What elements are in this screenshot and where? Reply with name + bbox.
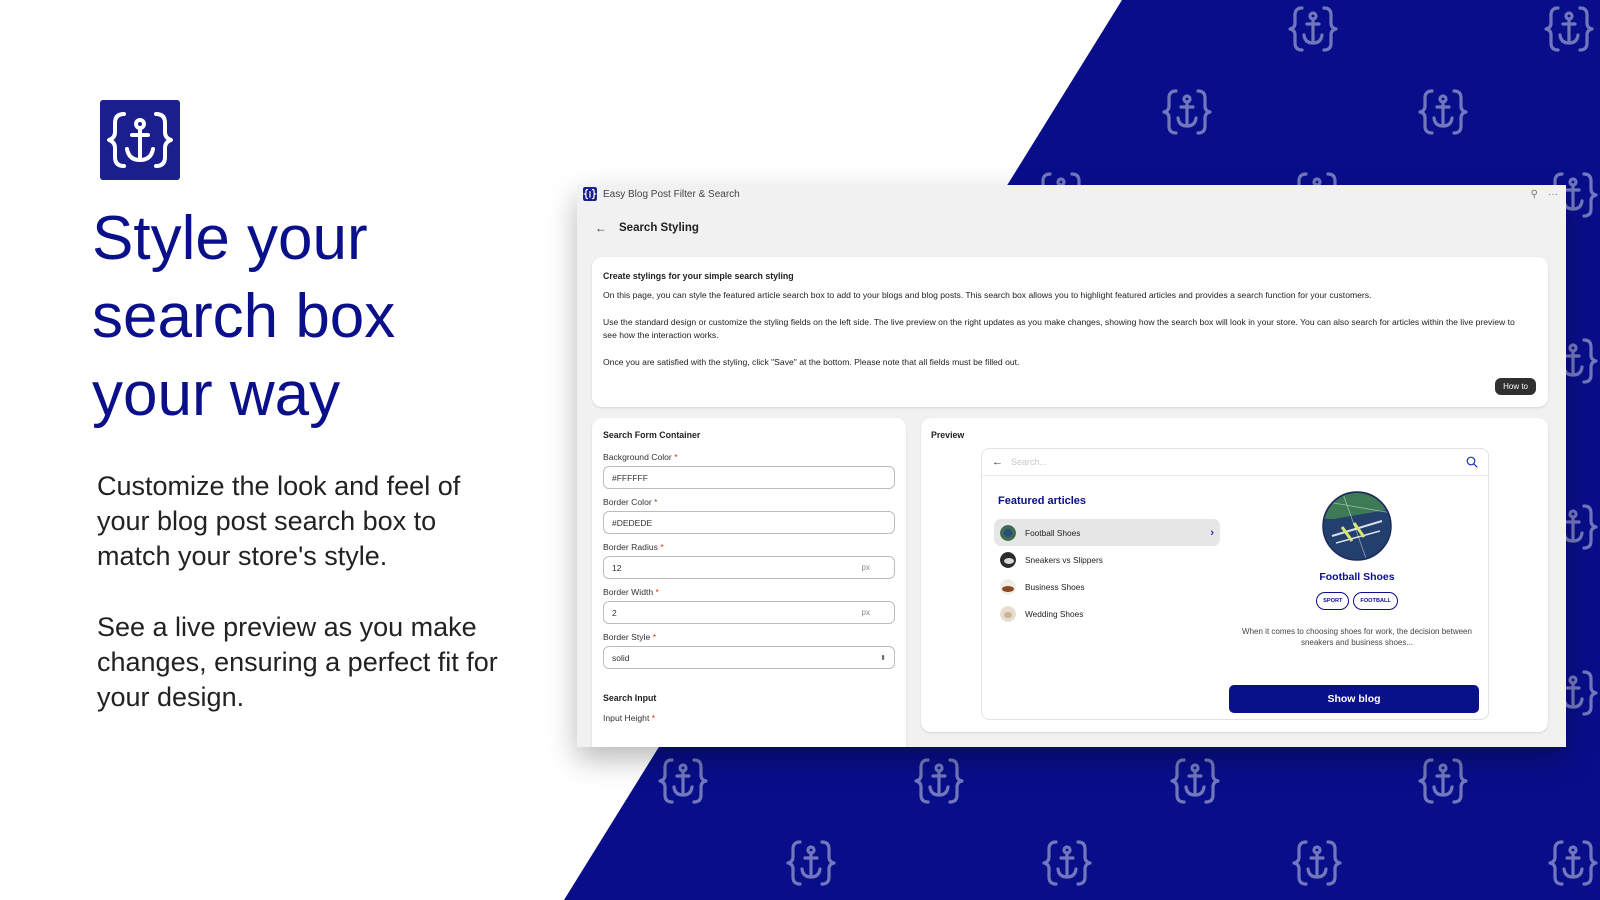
pattern-anchor-icon [1418, 89, 1468, 135]
required-mark: * [660, 542, 664, 552]
border-color-value: #DEDEDE [612, 517, 653, 528]
pattern-anchor-icon [786, 840, 836, 886]
required-mark: * [652, 632, 657, 642]
detail-title: Football Shoes [1319, 571, 1395, 583]
required-mark: * [651, 713, 656, 723]
required-mark: * [654, 497, 658, 507]
border-style-value: solid [612, 652, 630, 663]
how-to-button[interactable]: How to [1495, 378, 1536, 395]
article-detail: Football Shoes SPORT FOOTBALL When it co… [1232, 491, 1482, 648]
article-label: Business Shoes [1025, 581, 1085, 592]
border-style-field: Border Style * solid ⬍ [603, 632, 895, 669]
tag-sport[interactable]: SPORT [1316, 592, 1350, 610]
football-shoes-thumbnail [1000, 524, 1016, 541]
headline: Style your search box your way [92, 204, 396, 429]
article-label: Wedding Shoes [1025, 608, 1084, 619]
preview-search-bar[interactable]: ← Search... [982, 449, 1488, 476]
pattern-anchor-icon [658, 758, 708, 804]
form-section-heading: Search Form Container [603, 430, 701, 440]
search-input-section-heading: Search Input [603, 693, 657, 703]
pattern-anchor-icon [1170, 758, 1220, 804]
px-suffix: px [861, 563, 870, 572]
page-header: ← Search Styling [595, 221, 699, 235]
promo-paragraph-preview: See a live preview as you make changes, … [97, 612, 498, 712]
app-titlebar: Easy Blog Post Filter & Search ⚲ ··· [577, 185, 1566, 203]
show-blog-button[interactable]: Show blog [1229, 685, 1479, 713]
pattern-anchor-icon [914, 758, 964, 804]
preview-search-box: ← Search... Featured articles Football S… [981, 448, 1489, 720]
business-shoes-thumbnail [1000, 578, 1016, 595]
preview-back-icon[interactable]: ← [992, 456, 1003, 468]
info-paragraph-3: Once you are satisfied with the styling,… [603, 357, 1020, 367]
border-color-field: Border Color * #DEDEDE [603, 497, 895, 534]
background-color-value: #FFFFFF [612, 472, 648, 483]
preview-card: Preview ← Search... Featured articles Fo… [921, 418, 1548, 732]
preview-search-input[interactable]: Search... [1011, 457, 1466, 467]
border-color-label: Border Color * [603, 497, 658, 507]
info-heading: Create stylings for your simple search s… [603, 271, 794, 281]
background-color-input[interactable]: #FFFFFF [603, 466, 895, 489]
pattern-anchor-icon [1292, 840, 1342, 886]
featured-articles-heading: Featured articles [998, 495, 1087, 507]
border-radius-value: 12 [612, 562, 622, 573]
border-color-input[interactable]: #DEDEDE [603, 511, 895, 534]
article-item-wedding-shoes[interactable]: Wedding Shoes [994, 600, 1220, 627]
detail-excerpt: When it comes to choosing shoes for work… [1242, 627, 1472, 647]
border-width-field: Border Width * 2 px [603, 587, 895, 624]
app-title: Easy Blog Post Filter & Search [603, 188, 740, 200]
styling-form-card: Search Form Container Background Color *… [592, 418, 906, 747]
border-radius-label: Border Radius * [603, 542, 664, 552]
back-arrow-icon[interactable]: ← [595, 221, 607, 235]
preview-heading: Preview [931, 430, 965, 440]
more-options-icon[interactable]: ··· [1548, 189, 1558, 200]
app-icon [583, 187, 597, 201]
search-icon[interactable] [1466, 456, 1478, 468]
background-color-field: Background Color * #FFFFFF [603, 452, 895, 489]
pattern-anchor-icon [1418, 758, 1468, 804]
select-arrows-icon: ⬍ [880, 654, 886, 662]
px-suffix: px [861, 608, 870, 617]
pattern-anchor-icon [1162, 89, 1212, 135]
border-width-label: Border Width * [603, 587, 659, 597]
border-width-input[interactable]: 2 px [603, 601, 895, 624]
info-paragraph-2: Use the standard design or customize the… [603, 317, 1515, 340]
detail-tags: SPORT FOOTBALL [1232, 592, 1482, 610]
pattern-anchor-icon [1544, 6, 1594, 52]
background-color-label: Background Color * [603, 452, 678, 462]
chevron-right-icon: › [1210, 526, 1214, 539]
border-style-label: Border Style * [603, 632, 657, 642]
article-label: Football Shoes [1025, 527, 1081, 538]
info-card: Create stylings for your simple search s… [592, 257, 1548, 407]
page-title: Search Styling [619, 222, 699, 234]
border-radius-field: Border Radius * 12 px [603, 542, 895, 579]
tag-football[interactable]: FOOTBALL [1353, 592, 1398, 610]
featured-article-list: Football Shoes › Sneakers vs Slippers Bu… [994, 519, 1220, 627]
info-paragraph-1: On this page, you can style the featured… [603, 290, 1372, 300]
border-width-value: 2 [612, 607, 617, 618]
article-label: Sneakers vs Slippers [1025, 554, 1103, 565]
border-radius-input[interactable]: 12 px [603, 556, 895, 579]
pattern-anchor-icon [1548, 840, 1598, 886]
article-item-football-shoes[interactable]: Football Shoes › [994, 519, 1220, 546]
brand-logo-icon [100, 100, 180, 180]
app-window: Easy Blog Post Filter & Search ⚲ ··· ← S… [577, 185, 1566, 747]
pattern-anchor-icon [1288, 6, 1338, 52]
input-height-label: Input Height * [603, 713, 656, 723]
border-style-select[interactable]: solid ⬍ [603, 646, 895, 669]
pin-icon[interactable]: ⚲ [1531, 189, 1538, 200]
article-item-business-shoes[interactable]: Business Shoes [994, 573, 1220, 600]
promo-paragraph-customize: Customize the look and feel of your blog… [97, 471, 461, 571]
required-mark: * [655, 587, 659, 597]
football-shoes-image [1322, 491, 1392, 561]
pattern-anchor-icon [1042, 840, 1092, 886]
required-mark: * [674, 452, 678, 462]
article-item-sneakers-vs-slippers[interactable]: Sneakers vs Slippers [994, 546, 1220, 573]
wedding-shoes-thumbnail [1000, 605, 1016, 622]
sneakers-thumbnail [1000, 551, 1016, 568]
